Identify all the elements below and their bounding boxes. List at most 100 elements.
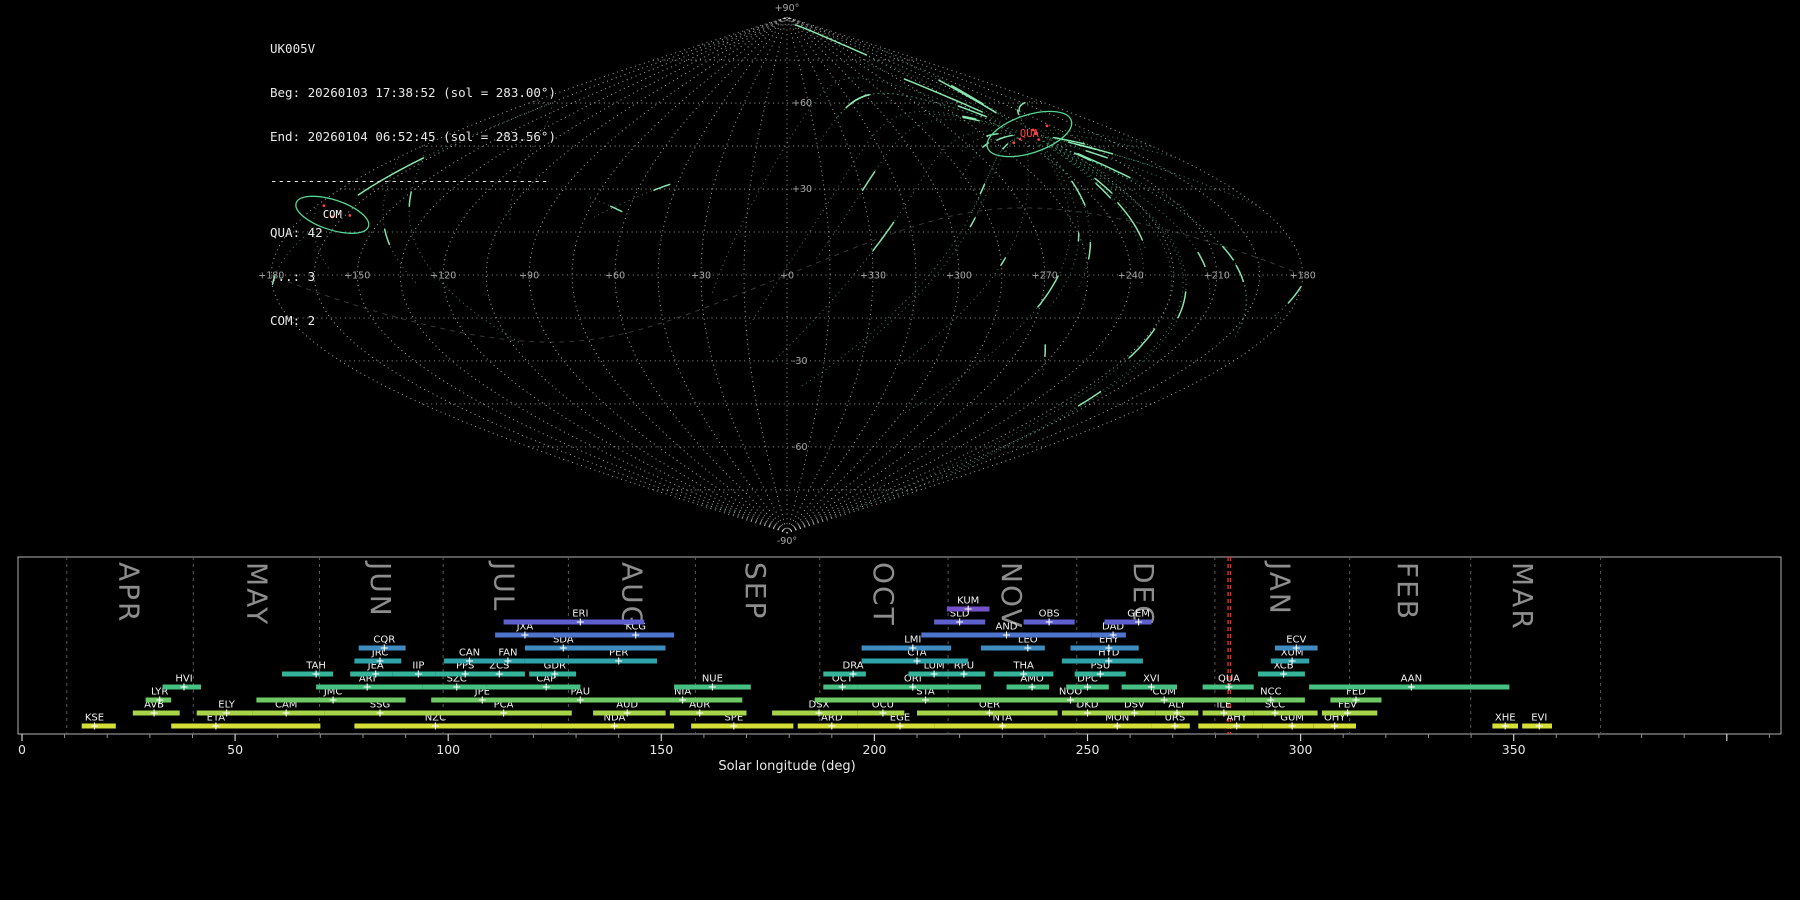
month-label: JUN [364, 560, 397, 618]
meteor-trail-bright [1073, 152, 1092, 162]
shower-bar [503, 619, 645, 625]
meteor-trail-bright [1177, 291, 1187, 319]
shower-ecv: ECV [1275, 635, 1318, 652]
ra-grid-label: +270 [1032, 271, 1058, 282]
shower-bar [1245, 697, 1305, 703]
shower-cqr: CQR [358, 635, 406, 652]
shower-bar [1253, 710, 1318, 716]
meteor-trail [949, 140, 1187, 475]
shower-nue: NUE [674, 674, 751, 691]
meteor-trail [798, 138, 1016, 389]
count-qua: QUA: 42 [270, 224, 323, 240]
x-tick-label: 200 [862, 742, 886, 757]
south-pole-label: -90° [777, 536, 797, 545]
meteor-trail [1043, 135, 1111, 151]
shower-aan: AAN [1309, 674, 1510, 691]
ra-grid-label: +60 [605, 271, 625, 282]
shower-bar [392, 671, 436, 677]
shower-bar [435, 671, 478, 677]
month-label: JAN [1263, 560, 1296, 616]
shower-label: OBS [1039, 609, 1060, 620]
shower-label: FAN [498, 648, 517, 659]
meteor-trail [814, 119, 1018, 261]
shower-fan: FAN [495, 648, 525, 665]
shower-label: AND [995, 622, 1017, 633]
shower-label: TAH [305, 661, 326, 672]
shower-bar [350, 671, 393, 677]
meteor-trail [769, 130, 1017, 366]
x-tick-label: 100 [436, 742, 460, 757]
shower-bar [282, 671, 334, 677]
shower-kse: KSE [81, 713, 116, 730]
meteor-trail-bright [1128, 328, 1156, 359]
meteor-trail [750, 111, 1010, 325]
ra-grid-label: +240 [1118, 271, 1144, 282]
shower-can: CAN [443, 648, 495, 665]
radiant-label: QUA [1020, 128, 1040, 140]
radiant-meteor-dot [1045, 124, 1049, 128]
meteor-trail-bright [1018, 102, 1026, 112]
station-id: UK005V [270, 40, 316, 56]
shower-bar [797, 723, 858, 729]
month-label: JUL [488, 560, 521, 612]
shower-label: KUM [957, 596, 979, 607]
shower-obs: OBS [1023, 609, 1075, 626]
shower-bar [1061, 710, 1105, 716]
shower-dra: DRA [823, 661, 866, 678]
dec-grid-label: +60 [792, 98, 812, 109]
radiant-meteor-dot [1012, 141, 1016, 145]
meteor-trail [701, 140, 1184, 513]
ra-grid-label: +180 [1290, 271, 1316, 282]
dec-grid-label: -30 [792, 356, 808, 367]
meteor-trail [1039, 144, 1091, 291]
ra-grid-label: +330 [860, 271, 886, 282]
shower-bar [1006, 684, 1050, 690]
shower-label: HVI [175, 674, 192, 685]
shower-label: THA [1012, 661, 1034, 672]
count-com: COM: 2 [270, 313, 316, 328]
shower-kum: KUM [946, 596, 990, 613]
shower-tha: THA [993, 661, 1054, 678]
ra-grid-label: +30 [691, 271, 711, 282]
ra-grid-label: +0 [780, 271, 794, 282]
shower-bar [691, 723, 794, 729]
meteor-trail-bright [1000, 257, 1007, 266]
meteor-trail [960, 132, 1011, 154]
sporadic-trail-bright [610, 205, 623, 213]
x-tick-label: 350 [1502, 742, 1526, 757]
meteor-trail-bright [845, 94, 870, 109]
shower-label: XHE [1495, 713, 1516, 724]
shower-label: NCC [1260, 687, 1281, 698]
shower-bar [861, 645, 952, 651]
dec-grid-label: -60 [792, 442, 808, 453]
month-label: SEP [739, 562, 772, 620]
shower-label: KSE [85, 713, 104, 724]
x-tick-label: 50 [227, 742, 243, 757]
shower-bar [1066, 723, 1152, 729]
shower-label: LMI [904, 635, 921, 646]
meteor-trail [509, 100, 1036, 221]
shower-xhe: XHE [1492, 713, 1518, 730]
month-label: AUG [616, 562, 649, 629]
shower-bar [1015, 697, 1088, 703]
meteor-trail-bright [1197, 251, 1206, 268]
shower-tah: TAH [282, 661, 334, 678]
x-axis-title: Solar longitude (deg) [718, 759, 855, 774]
shower-bar [554, 632, 675, 638]
shower-label: CAN [459, 648, 480, 659]
meteor-trail [970, 137, 1018, 214]
meteor-trail-bright [872, 221, 895, 252]
x-tick-label: 150 [649, 742, 673, 757]
shower-label: IIP [412, 661, 424, 672]
meteor-trail-bright [794, 24, 868, 56]
shower-xvi: XVI [1121, 674, 1177, 691]
end-time: End: 20260104 06:52:45 (sol = 283.56°) [270, 129, 556, 144]
meteor-trail-bright [861, 171, 876, 192]
shower-evi: EVI [1522, 713, 1552, 730]
shower-qua: QUA [1202, 674, 1254, 691]
shower-bar [857, 684, 981, 690]
shower-ely: ELY [196, 700, 253, 717]
meteor-trail-bright [1087, 241, 1092, 260]
shower-bar [1104, 710, 1156, 716]
dec-grid-label: +30 [792, 184, 812, 195]
